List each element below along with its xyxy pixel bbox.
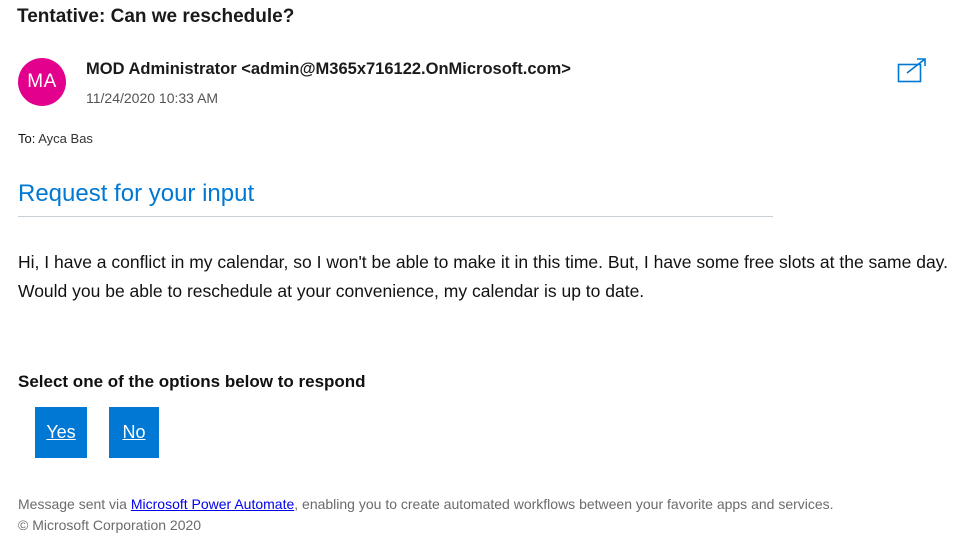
sender-avatar: MA: [18, 58, 66, 106]
sender-name-address: MOD Administrator <admin@M365x716122.OnM…: [86, 60, 571, 78]
email-subject: Tentative: Can we reschedule?: [17, 6, 295, 27]
sent-timestamp: 11/24/2020 10:33 AM: [86, 90, 219, 106]
message-body: Hi, I have a conflict in my calendar, so…: [18, 252, 948, 301]
title-divider: [18, 216, 773, 217]
to-label: To:: [18, 131, 36, 146]
card-title: Request for your input: [18, 180, 255, 207]
footer-prefix: Message sent via: [18, 496, 131, 512]
no-button[interactable]: No: [109, 407, 159, 458]
power-automate-link[interactable]: Microsoft Power Automate: [131, 496, 294, 512]
footer: Message sent via Microsoft Power Automat…: [18, 494, 834, 536]
copyright-text: © Microsoft Corporation 2020: [18, 517, 202, 533]
popout-icon[interactable]: [897, 57, 927, 83]
yes-button[interactable]: Yes: [35, 407, 87, 458]
footer-suffix: , enabling you to create automated workf…: [294, 496, 834, 512]
recipient-line: To: Ayca Bas: [18, 131, 93, 146]
response-prompt: Select one of the options below to respo…: [18, 372, 366, 391]
recipient-name: Ayca Bas: [38, 131, 93, 146]
